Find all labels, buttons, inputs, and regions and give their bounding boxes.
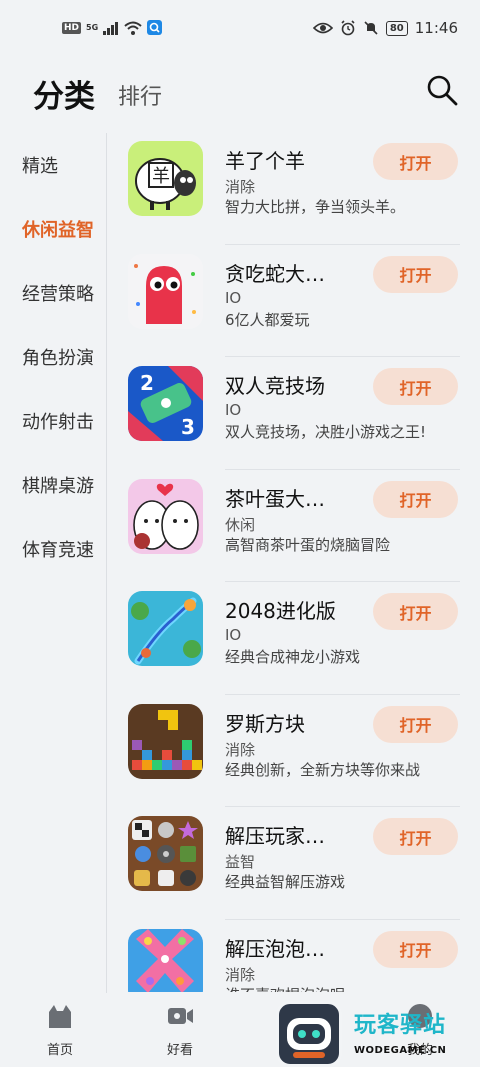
sidebar-item-action[interactable]: 动作射击 [0,389,106,453]
app-category: 消除 [225,178,256,196]
sidebar-item-board[interactable]: 棋牌桌游 [0,453,106,517]
watermark-title: 玩客驿站 [354,1013,447,1038]
app-list[interactable]: 羊 羊了个羊 消除 智力大比拼，争当领头羊。 打开 贪吃蛇大… IO 6亿人都爱… [120,132,460,992]
hd-badge: HD [62,21,82,34]
search-app-icon [147,20,163,35]
app-category: IO [225,288,242,307]
tab-category[interactable]: 分类 [33,71,95,116]
app-category: IO [225,626,242,644]
app-name: 羊了个羊 [225,149,305,173]
search-button[interactable] [424,72,460,108]
sidebar-item-roleplay[interactable]: 角色扮演 [0,325,106,389]
app-icon-sheep[interactable]: 羊 [128,141,203,216]
list-item[interactable]: 罗斯方块 消除 经典创新，全新方块等你来战 打开 [120,695,460,807]
battery-indicator: 80 [385,20,408,36]
open-button[interactable]: 打开 [373,480,458,518]
video-icon [168,1008,193,1024]
nav-watch-label: 好看 [166,1043,193,1058]
app-description: 高智商茶叶蛋的烧脑冒险 [225,535,391,554]
nav-watch[interactable]: 好看 [150,1001,210,1058]
svg-text:羊: 羊 [152,166,170,187]
open-button[interactable]: 打开 [373,143,458,180]
status-bar: HD 5G 80 11:46 [0,0,480,58]
app-category: 消除 [225,965,256,984]
app-description: 经典创新，全新方块等你来战 [225,760,421,779]
signal-icon [103,21,119,35]
app-name: 罗斯方块 [225,711,305,736]
sidebar-item-sports[interactable]: 体育竞速 [0,517,106,581]
open-button[interactable]: 打开 [373,368,458,405]
alarm-icon [341,20,355,36]
status-right: 80 11:46 [312,19,458,37]
mute-icon [364,21,378,35]
app-category: 休闲 [225,515,256,534]
list-item[interactable]: 贪吃蛇大… IO 6亿人都爱玩 打开 [120,245,460,357]
app-icon-tetris[interactable] [128,703,203,779]
wifi-icon [124,21,142,35]
open-button[interactable]: 打开 [373,255,458,293]
nav-home[interactable]: 首页 [30,1001,90,1058]
app-icon-snake[interactable] [128,253,203,329]
watermark-domain: WODEGAME.CN [354,1045,447,1056]
list-item[interactable]: 羊 羊了个羊 消除 智力大比拼，争当领头羊。 打开 [120,132,460,245]
header: 分类 排行 [0,58,480,128]
app-name: 贪吃蛇大… [225,261,325,286]
list-item[interactable]: 解压玩家… 益智 经典益智解压游戏 打开 [120,807,460,920]
network-type: 5G [86,23,99,32]
sidebar-item-featured[interactable]: 精选 [0,133,106,197]
svg-text:3: 3 [181,415,195,439]
list-item[interactable]: 茶叶蛋大… 休闲 高智商茶叶蛋的烧脑冒险 打开 [120,470,460,582]
clock: 11:46 [414,19,458,37]
app-name: 2048进化版 [225,599,336,623]
app-category: 益智 [225,853,256,871]
app-icon-fidget[interactable] [128,816,203,891]
nav-home-label: 首页 [46,1043,73,1058]
app-icon-bubble[interactable] [128,928,203,992]
app-description: 经典合成神龙小游戏 [225,648,361,666]
app-category: IO [225,401,242,419]
home-icon [49,1005,71,1028]
sidebar-item-strategy[interactable]: 经营策略 [0,261,106,325]
status-left: HD 5G [62,20,163,35]
list-item[interactable]: 2048进化版 IO 经典合成神龙小游戏 打开 [120,582,460,695]
open-button[interactable]: 打开 [373,930,458,968]
open-button[interactable]: 打开 [373,818,458,855]
app-icon-2048-dragon[interactable] [128,591,203,666]
app-name: 双人竞技场 [225,374,325,398]
app-description: 智力大比拼，争当领头羊。 [225,198,406,216]
sidebar-item-casual-puzzle[interactable]: 休闲益智 [0,197,106,261]
tab-ranking[interactable]: 排行 [118,79,162,111]
search-icon [427,75,458,106]
watermark-logo [276,1001,342,1067]
list-item[interactable]: 23 双人竞技场 IO 双人竞技场，决胜小游戏之王! 打开 [120,357,460,470]
category-sidebar: 精选 休闲益智 经营策略 角色扮演 动作射击 棋牌桌游 体育竞速 [0,133,106,993]
open-button[interactable]: 打开 [373,705,458,743]
app-name: 解压玩家… [225,824,325,848]
app-description: 经典益智解压游戏 [225,873,346,891]
app-icon-tea-egg[interactable] [128,478,203,554]
app-description: 6亿人都爱玩 [225,310,310,329]
eye-icon [312,22,333,34]
list-item[interactable]: 解压泡泡… 消除 谁不喜欢捏泡泡呢 打开 [120,920,460,993]
svg-text:2: 2 [140,371,154,395]
app-name: 解压泡泡… [225,936,325,961]
watermark: 玩客驿站 WODEGAME.CN [276,1001,480,1067]
app-name: 茶叶蛋大… [225,486,325,511]
app-description: 双人竞技场，决胜小游戏之王! [225,423,427,441]
open-button[interactable]: 打开 [373,593,458,630]
app-category: 消除 [225,740,256,759]
sidebar-divider [106,133,107,993]
bottom-navigation: 首页 好看 好玩 我的 玩客驿站 WODEGAME.CN [0,993,480,1067]
app-description: 谁不喜欢捏泡泡呢 [225,984,345,993]
app-icon-arena[interactable]: 23 [128,366,203,441]
